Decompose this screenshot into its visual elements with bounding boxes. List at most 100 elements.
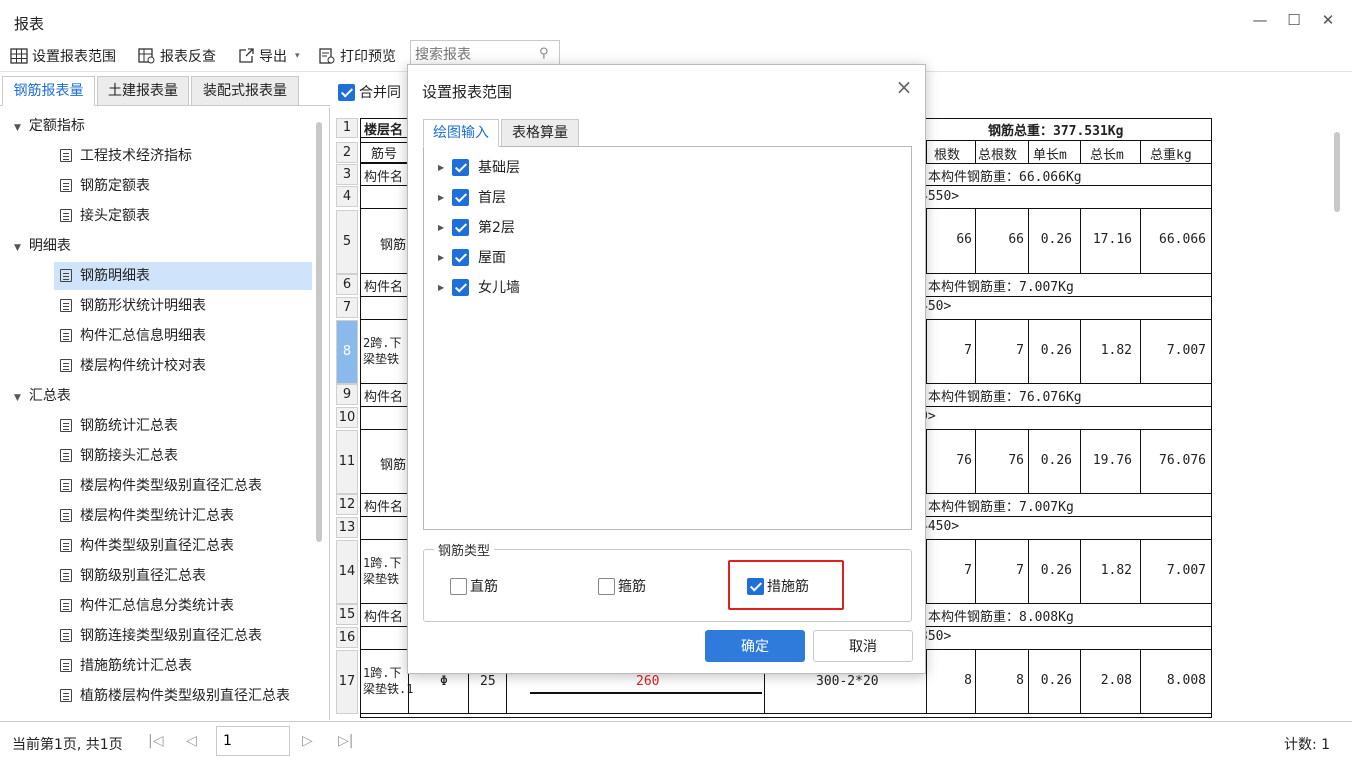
tree-item-summary[interactable]: 构件汇总信息分类统计表 [60, 592, 234, 620]
tree-item-tech-econ-index[interactable]: 工程技术经济指标 [60, 142, 192, 170]
status-bar: 当前第1页, 共1页 |◁ ◁ ▷ ▷| 计数: 1 [0, 721, 1352, 761]
set-report-range-label: 设置报表范围 [32, 49, 116, 65]
minimize-icon[interactable]: — [1250, 10, 1270, 30]
tree-scrollbar[interactable] [316, 122, 322, 542]
tree-item-component-summary-detail[interactable]: 构件汇总信息明细表 [60, 322, 206, 350]
document-icon [60, 569, 72, 582]
tree-group-detail[interactable]: ▼ 明细表 [14, 232, 71, 260]
merge-label: 合并同 [359, 85, 401, 101]
floor-item[interactable]: ▶ 首层 [438, 186, 506, 208]
tab-table-calc[interactable]: 表格算量 [501, 119, 579, 147]
document-icon [60, 299, 72, 312]
dialog-close-icon[interactable]: × [894, 77, 914, 97]
set-report-range-button[interactable]: 设置报表范围 [10, 45, 116, 67]
tree-group-quota[interactable]: ▼ 定额指标 [14, 112, 85, 140]
floor-item[interactable]: ▶ 基础层 [438, 156, 520, 178]
tree-item-rebar-quota[interactable]: 钢筋定额表 [60, 172, 150, 200]
page-number-input[interactable] [216, 726, 290, 756]
floor-checkbox[interactable] [452, 188, 469, 206]
tree-item-summary[interactable]: 楼层构件类型级别直径汇总表 [60, 472, 262, 500]
tab-prefab-report[interactable]: 装配式报表量 [191, 76, 299, 106]
tree-item-rebar-shape-detail[interactable]: 钢筋形状统计明细表 [60, 292, 206, 320]
caret-right-icon[interactable]: ▶ [438, 193, 452, 202]
document-icon [60, 479, 72, 492]
row-number: 8 [336, 320, 358, 384]
tree-item-summary[interactable]: 钢筋统计汇总表 [60, 412, 178, 440]
row-number: 2 [336, 142, 358, 163]
caret-down-icon[interactable]: ▼ [14, 243, 21, 253]
floor-checkbox[interactable] [452, 218, 469, 236]
tree-item-summary[interactable]: 植筋楼层构件类型级别直径汇总表 [60, 682, 290, 710]
tree-item-summary[interactable]: 楼层构件类型统计汇总表 [60, 502, 234, 530]
chevron-down-icon[interactable]: ▾ [295, 51, 300, 61]
prev-page-icon[interactable]: ◁ [186, 733, 197, 749]
maximize-icon[interactable]: ☐ [1284, 10, 1304, 30]
tree-item-joint-quota[interactable]: 接头定额表 [60, 202, 150, 230]
tree-item-summary[interactable]: 钢筋接头汇总表 [60, 442, 178, 470]
rebar-type-label: 钢筋类型 [434, 540, 495, 559]
cell-total-count: 66 [1008, 232, 1024, 247]
merge-checkbox[interactable] [338, 83, 355, 101]
document-icon [60, 269, 72, 282]
document-icon [60, 179, 72, 192]
straight-checkbox[interactable] [450, 577, 467, 595]
document-icon [60, 629, 72, 642]
row-number: 10 [336, 407, 358, 428]
floor-checkbox[interactable] [452, 158, 469, 176]
tab-drawing-input[interactable]: 绘图输入 [423, 119, 499, 147]
tab-civil-report[interactable]: 土建报表量 [97, 76, 189, 106]
title-bar: 报表 — ☐ ✕ [0, 0, 1352, 38]
floor-tree: ▶ 基础层 ▶ 首层 ▶ 第2层 ▶ 屋面 ▶ 女儿墙 [423, 146, 912, 530]
row-number: 14 [336, 540, 358, 604]
report-total-weight: 钢筋总重：377.531Kg [988, 124, 1124, 139]
caret-right-icon[interactable]: ▶ [438, 223, 452, 232]
cell-count: 76 [956, 453, 972, 468]
row-number: 9 [336, 384, 358, 405]
cancel-button[interactable]: 取消 [813, 630, 913, 662]
report-scrollbar[interactable] [1334, 132, 1340, 212]
caret-right-icon[interactable]: ▶ [438, 283, 452, 292]
header-count: 根数 [934, 148, 961, 163]
export-button[interactable]: 导出 ▾ [237, 45, 300, 67]
search-icon[interactable]: ⚲ [539, 46, 549, 61]
tree-item-summary[interactable]: 构件类型级别直径汇总表 [60, 532, 234, 560]
highlight-annotation [728, 560, 844, 610]
tree-item-summary[interactable]: 钢筋级别直径汇总表 [60, 562, 206, 590]
tree-item-floor-check[interactable]: 楼层构件统计校对表 [60, 352, 206, 380]
next-page-icon[interactable]: ▷ [302, 733, 313, 749]
report-reverse-check-button[interactable]: 报表反查 [138, 45, 216, 67]
rebar-type-straight[interactable]: 直筋 [450, 576, 498, 596]
floor-item[interactable]: ▶ 第2层 [438, 216, 515, 238]
tree-item-summary[interactable]: 钢筋连接类型级别直径汇总表 [60, 622, 262, 650]
cell-unit-length: 0.26 [1040, 343, 1072, 358]
table-row: 7 7 0.26 1.82 7.007 [926, 539, 1212, 603]
report-tree: ▼ 定额指标 工程技术经济指标 钢筋定额表 接头定额表 ▼ 明细表 钢筋明细表 钢筋… [0, 108, 330, 720]
rebar-type-stirrup[interactable]: 箍筋 [598, 576, 646, 596]
caret-down-icon[interactable]: ▼ [14, 123, 21, 133]
last-page-icon[interactable]: ▷| [338, 733, 353, 749]
floor-item[interactable]: ▶ 女儿墙 [438, 276, 520, 298]
floor-checkbox[interactable] [452, 278, 469, 296]
stirrup-checkbox[interactable] [598, 577, 615, 595]
cell-total-weight: 7.007 [1166, 343, 1206, 358]
print-preview-button[interactable]: 打印预览 [318, 45, 396, 67]
close-icon[interactable]: ✕ [1318, 10, 1338, 30]
floor-item[interactable]: ▶ 屋面 [438, 246, 506, 268]
caret-down-icon[interactable]: ▼ [14, 393, 21, 403]
table-row: 7 7 0.26 1.82 7.007 [926, 319, 1212, 383]
tree-item-rebar-detail[interactable]: 钢筋明细表 [54, 262, 312, 290]
first-page-icon[interactable]: |◁ [148, 733, 163, 749]
header-total-weight: 总重kg [1150, 148, 1192, 163]
table-row: 66 66 0.26 17.16 66.066 [926, 208, 1212, 274]
header-total-count: 总根数 [978, 148, 1018, 163]
cell-unit-length: 0.26 [1040, 673, 1072, 688]
ok-button[interactable]: 确定 [705, 630, 805, 662]
tab-rebar-report[interactable]: 钢筋报表量 [2, 76, 95, 106]
caret-right-icon[interactable]: ▶ [438, 253, 452, 262]
tree-item-summary[interactable]: 措施筋统计汇总表 [60, 652, 192, 680]
floor-checkbox[interactable] [452, 248, 469, 266]
document-icon [60, 539, 72, 552]
merge-option[interactable]: 合并同 [338, 82, 401, 102]
tree-group-summary[interactable]: ▼ 汇总表 [14, 382, 71, 410]
caret-right-icon[interactable]: ▶ [438, 163, 452, 172]
